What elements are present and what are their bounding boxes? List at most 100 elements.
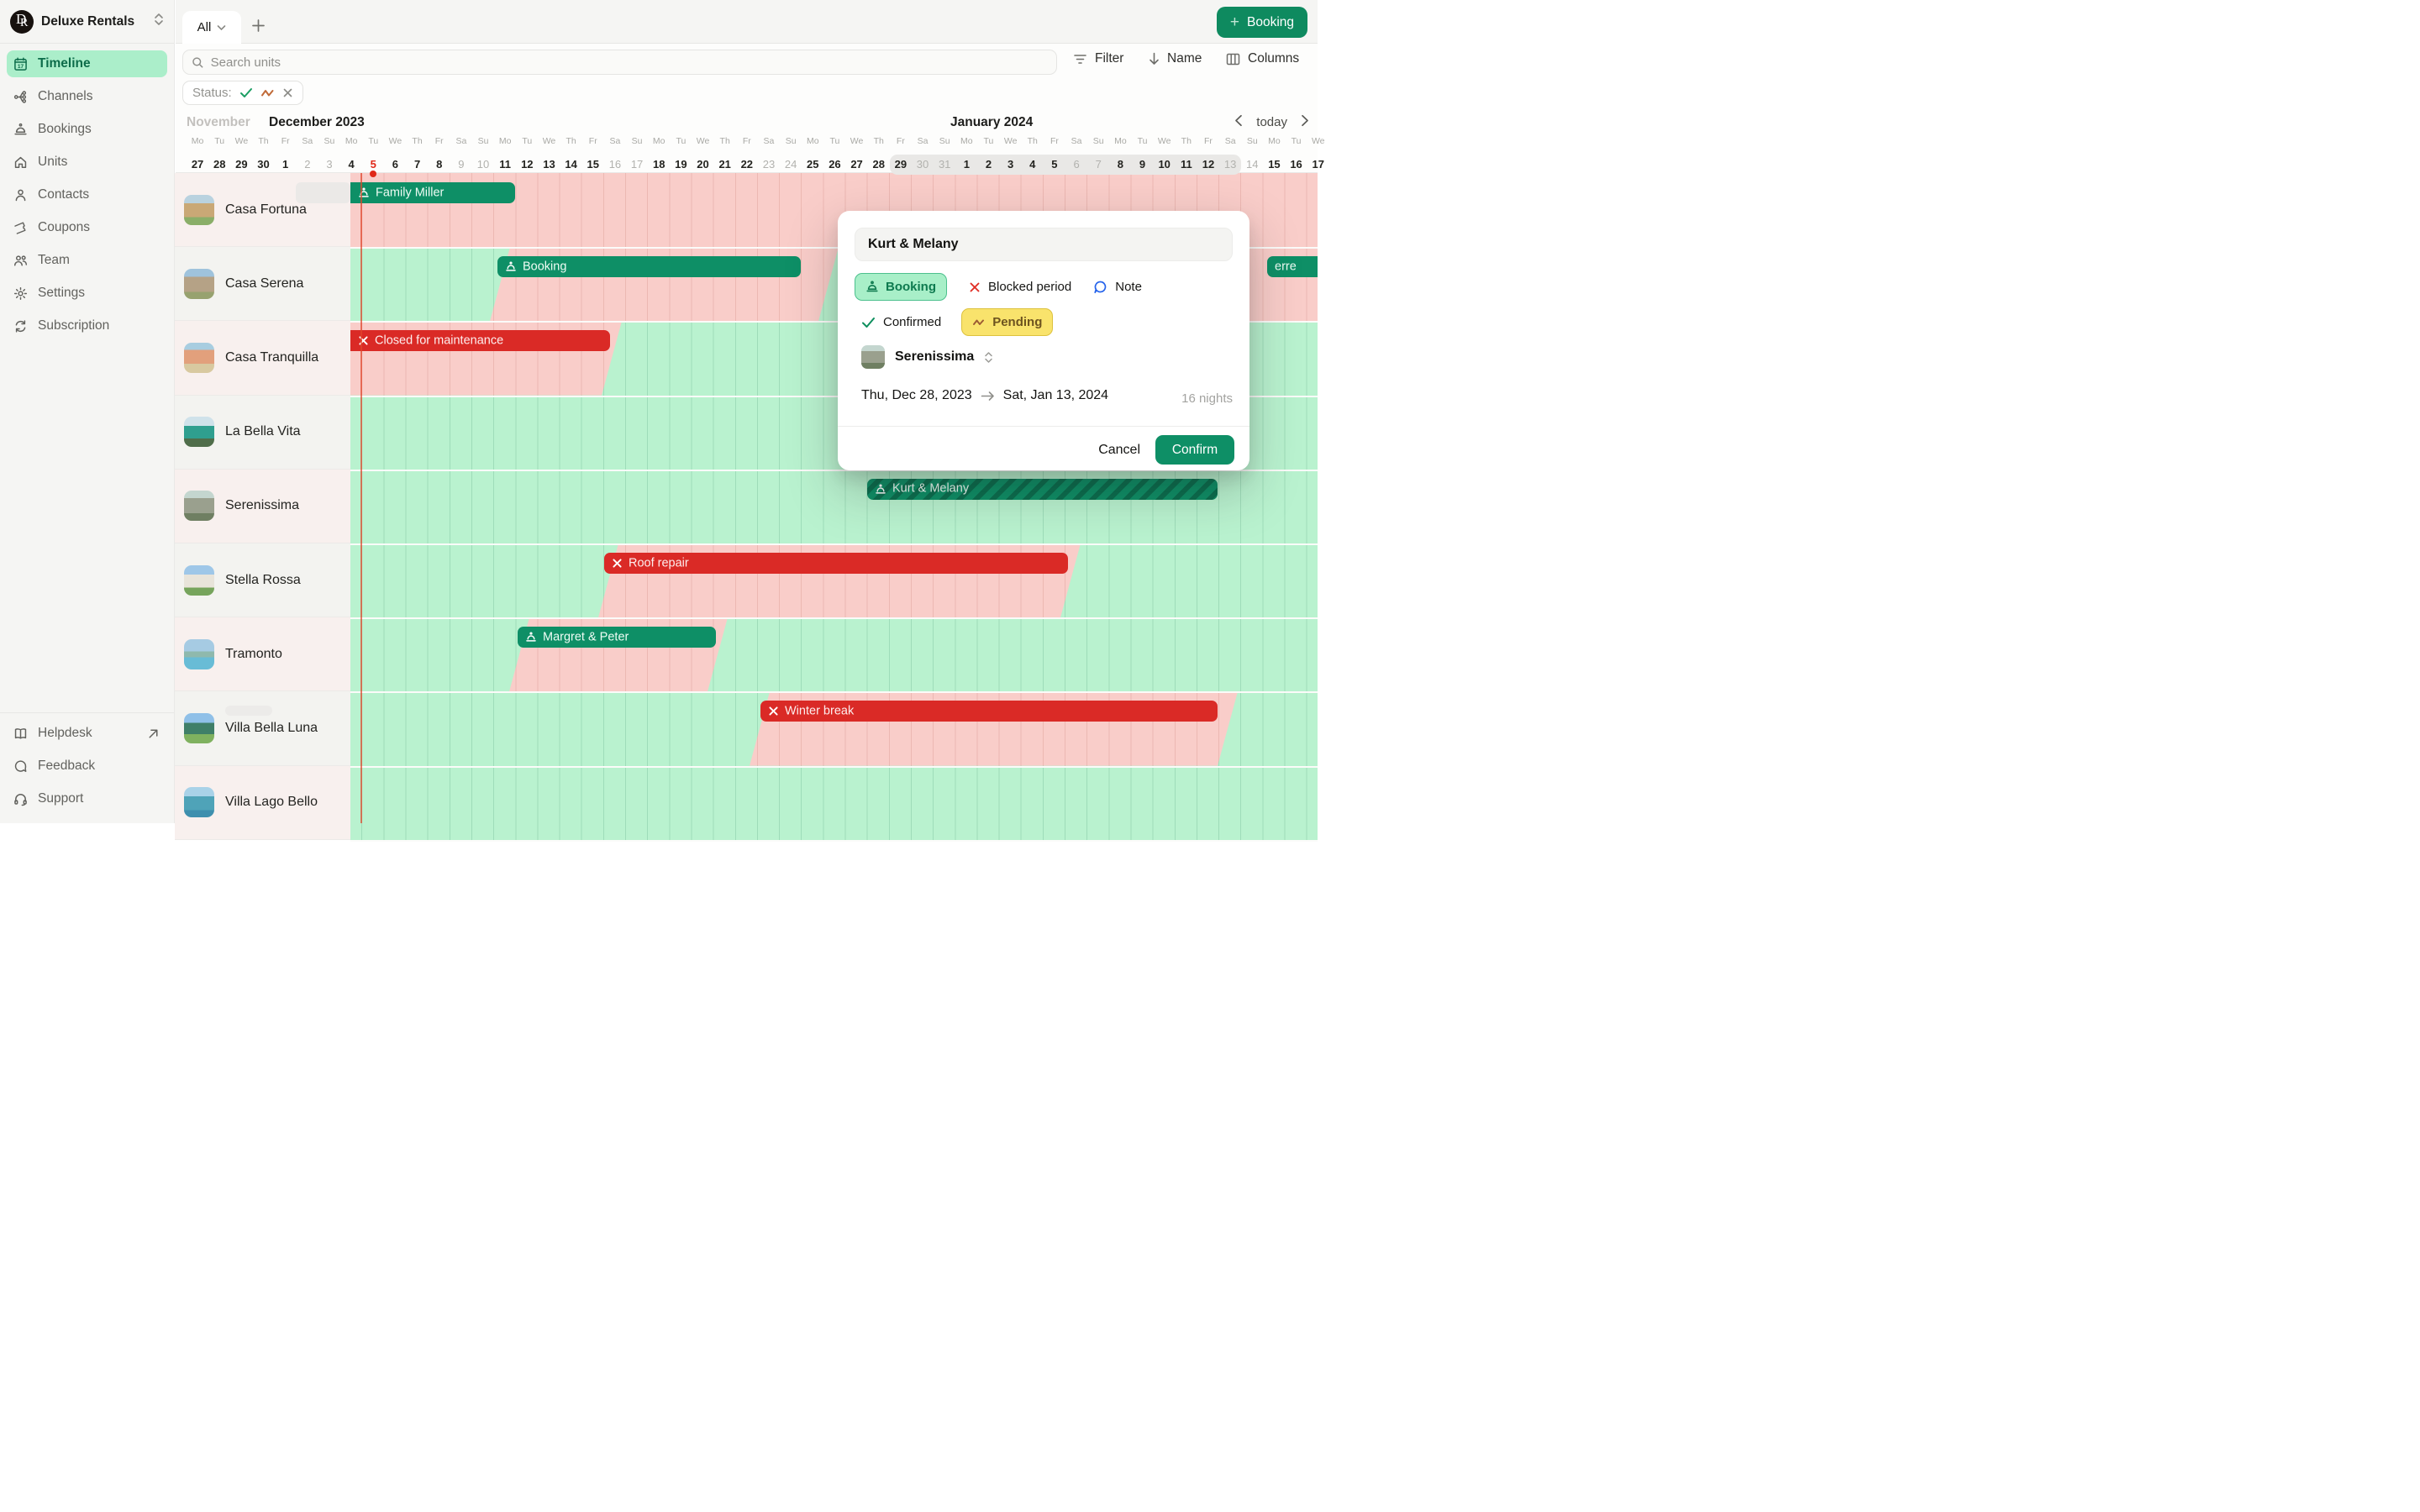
sidebar-item-coupons[interactable]: Coupons bbox=[7, 214, 167, 241]
unit-cell-la-bella-vita[interactable]: La Bella Vita bbox=[175, 396, 350, 470]
timeline-row-canvas[interactable]: Roof repair bbox=[350, 543, 1318, 617]
type-booking-label: Booking bbox=[886, 280, 936, 294]
day-number: 6 bbox=[1065, 158, 1087, 171]
weekday-label: Sa bbox=[450, 136, 472, 146]
unit-selector-updown-icon[interactable] bbox=[984, 351, 993, 364]
sidebar-item-label: Support bbox=[38, 791, 83, 806]
sidebar-footer-helpdesk[interactable]: Helpdesk bbox=[7, 720, 167, 747]
popup-divider bbox=[838, 426, 1249, 427]
sort-button[interactable]: Name bbox=[1149, 51, 1202, 66]
booking-bar[interactable]: Margret & Peter bbox=[518, 627, 716, 648]
columns-button[interactable]: Columns bbox=[1226, 51, 1299, 66]
workspace-switcher[interactable]: DR Deluxe Rentals bbox=[0, 0, 174, 44]
unit-cell-tramonto[interactable]: Tramonto bbox=[175, 617, 350, 691]
booking-bar[interactable]: Family Miller bbox=[350, 182, 515, 203]
calendar-next-icon[interactable] bbox=[1301, 114, 1309, 130]
timeline-row-canvas[interactable] bbox=[350, 766, 1318, 840]
sidebar-item-units[interactable]: Units bbox=[7, 149, 167, 176]
unit-cell-stella-rossa[interactable]: Stella Rossa bbox=[175, 543, 350, 617]
add-tab-button[interactable] bbox=[251, 18, 266, 37]
row-divider bbox=[350, 840, 1318, 842]
sidebar-item-channels[interactable]: Channels bbox=[7, 83, 167, 110]
status-filter-chip[interactable]: Status: bbox=[182, 81, 303, 105]
blocked-period-bar[interactable]: Winter break bbox=[760, 701, 1218, 722]
blocked-period-bar[interactable]: Roof repair bbox=[604, 553, 1068, 574]
day-number: 3 bbox=[318, 158, 340, 171]
timeline-row-canvas[interactable]: Winter break bbox=[350, 691, 1318, 765]
day-number: 11 bbox=[1176, 158, 1197, 171]
weekday-label: Fr bbox=[890, 136, 912, 146]
weekday-label: Fr bbox=[1197, 136, 1219, 146]
booking-bar[interactable]: erre bbox=[1267, 256, 1318, 277]
day-number: 30 bbox=[912, 158, 934, 171]
type-note-option[interactable]: Note bbox=[1093, 280, 1142, 294]
new-booking-button[interactable]: + Booking bbox=[1217, 7, 1307, 38]
sidebar-item-contacts[interactable]: Contacts bbox=[7, 181, 167, 208]
type-blocked-option[interactable]: Blocked period bbox=[969, 280, 1071, 294]
bell-icon bbox=[505, 261, 517, 272]
unit-cell-villa-bella-luna[interactable]: Villa Bella Luna bbox=[175, 691, 350, 765]
sidebar-footer-support[interactable]: Support bbox=[7, 785, 167, 812]
unit-cell-serenissima[interactable]: Serenissima bbox=[175, 470, 350, 543]
calendar-icon: 17 bbox=[13, 57, 28, 71]
sidebar-item-settings[interactable]: Settings bbox=[7, 280, 167, 307]
weekday-label: Su bbox=[1087, 136, 1109, 146]
unit-name: Tramonto bbox=[225, 647, 282, 662]
bar-label: Margret & Peter bbox=[543, 630, 629, 643]
check-icon bbox=[861, 317, 876, 328]
day-number: 6 bbox=[384, 158, 406, 171]
booking-bar[interactable]: Kurt & Melany bbox=[867, 479, 1218, 500]
remove-filter-icon[interactable] bbox=[282, 87, 293, 98]
day-number: 10 bbox=[1154, 158, 1176, 171]
month-label: December 2023 bbox=[269, 115, 365, 130]
day-number: 30 bbox=[253, 158, 275, 171]
status-pending-pill[interactable]: Pending bbox=[961, 308, 1053, 336]
arrow-up-right-icon bbox=[146, 727, 160, 741]
unit-cell-casa-tranquilla[interactable]: Casa Tranquilla bbox=[175, 321, 350, 395]
workspace-updown-icon bbox=[154, 13, 164, 30]
columns-label: Columns bbox=[1248, 51, 1299, 66]
guest-name-input[interactable] bbox=[855, 228, 1233, 261]
columns-icon bbox=[1226, 53, 1240, 66]
ticket-icon bbox=[13, 221, 28, 235]
today-button[interactable]: today bbox=[1256, 115, 1287, 129]
timeline-row-canvas[interactable]: Margret & Peter bbox=[350, 617, 1318, 691]
sidebar-item-team[interactable]: Team bbox=[7, 247, 167, 274]
timeline-row: Villa Lago Bello bbox=[0, 766, 1318, 840]
weekday-label: Th bbox=[1176, 136, 1197, 146]
sidebar-item-bookings[interactable]: Bookings bbox=[7, 116, 167, 143]
checkin-date[interactable]: Thu, Dec 28, 2023 bbox=[861, 388, 972, 403]
tab-all[interactable]: All bbox=[182, 11, 241, 44]
bar-label: Winter break bbox=[785, 704, 854, 717]
weekday-label: Tu bbox=[516, 136, 538, 146]
sidebar-footer-feedback[interactable]: Feedback bbox=[7, 753, 167, 780]
weekday-label: Su bbox=[626, 136, 648, 146]
type-booking-pill[interactable]: Booking bbox=[855, 273, 947, 301]
app-root: DR Deluxe Rentals 17Timeline Channels Book… bbox=[0, 0, 1318, 823]
calendar-prev-icon[interactable] bbox=[1234, 114, 1243, 130]
bar-label: Booking bbox=[523, 260, 566, 273]
weekday-label: We bbox=[538, 136, 560, 146]
weekday-label: We bbox=[1307, 136, 1329, 146]
weekday-label: We bbox=[230, 136, 252, 146]
date-range[interactable]: Thu, Dec 28, 2023 Sat, Jan 13, 2024 bbox=[861, 388, 1108, 403]
weekday-label: Su bbox=[780, 136, 802, 146]
search-input[interactable] bbox=[211, 55, 1048, 70]
weekday-label: Tu bbox=[823, 136, 845, 146]
blocked-period-bar[interactable]: Closed for maintenance bbox=[350, 330, 610, 351]
booking-bar[interactable]: Booking bbox=[497, 256, 801, 277]
sidebar-item-subscription[interactable]: Subscription bbox=[7, 312, 167, 339]
weekday-label: Th bbox=[253, 136, 275, 146]
confirm-button[interactable]: Confirm bbox=[1155, 435, 1234, 465]
checkout-date[interactable]: Sat, Jan 13, 2024 bbox=[1003, 388, 1108, 403]
weekday-label: We bbox=[846, 136, 868, 146]
status-confirmed-option[interactable]: Confirmed bbox=[861, 315, 941, 329]
timeline-row-canvas[interactable]: Kurt & Melany bbox=[350, 470, 1318, 543]
unit-selector-label: Serenissima bbox=[895, 349, 974, 365]
unit-cell-casa-serena[interactable]: Casa Serena bbox=[175, 247, 350, 321]
cancel-button[interactable]: Cancel bbox=[1098, 443, 1140, 458]
unit-cell-villa-lago-bello[interactable]: Villa Lago Bello bbox=[175, 766, 350, 840]
sidebar-item-label: Contacts bbox=[38, 187, 89, 202]
sidebar-item-timeline[interactable]: 17Timeline bbox=[7, 50, 167, 77]
filter-button[interactable]: Filter bbox=[1073, 51, 1123, 66]
